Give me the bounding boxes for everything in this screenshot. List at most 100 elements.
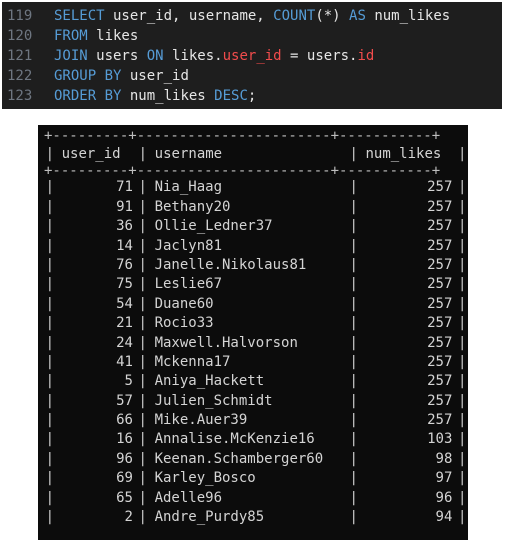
sql-keyword: GROUP BY: [54, 68, 122, 84]
cell-username: Rocio33: [154, 315, 214, 332]
sql-keyword: FROM: [54, 28, 88, 44]
cell-num-likes: 96: [435, 489, 453, 506]
column-separator: |: [138, 315, 147, 332]
table-row: | 36 | Ollie_Ledner37 | 257 |: [44, 217, 468, 236]
sql-keyword: AS: [349, 8, 366, 24]
cell-user-id: 91: [116, 198, 133, 215]
code-text: SELECT user_id, username, COUNT(*) AS nu…: [54, 6, 450, 26]
table-row: | 75 | Leslie67 | 257 |: [44, 275, 468, 294]
cell-user-id: 24: [116, 334, 133, 351]
code-line[interactable]: 121 JOIN users ON likes.user_id = users.i…: [2, 46, 502, 66]
column-separator: |: [349, 353, 358, 370]
sql-code-editor[interactable]: 119 SELECT user_id, username, COUNT(*) AS…: [2, 2, 502, 109]
line-number: 119: [7, 8, 33, 24]
column-separator: |: [349, 256, 358, 273]
sql-column: user_id: [222, 48, 282, 64]
cell-user-id: 57: [116, 392, 133, 409]
cell-num-likes: 98: [435, 450, 453, 467]
cell-username: Adelle96: [154, 489, 223, 506]
table-row: | 5 | Aniya_Hackett | 257 |: [44, 372, 468, 391]
column-separator: |: [457, 218, 467, 235]
code-text: GROUP BY user_id: [54, 66, 189, 86]
column-separator: |: [457, 431, 467, 448]
column-separator: |: [457, 276, 467, 293]
column-separator: |: [457, 373, 467, 390]
code-lines: 119 SELECT user_id, username, COUNT(*) AS…: [2, 6, 502, 106]
cell-num-likes: 103: [427, 431, 453, 448]
column-separator: |: [138, 179, 147, 196]
column-separator: |: [45, 256, 55, 273]
table-row: | 21 | Rocio33 | 257 |: [44, 314, 468, 333]
cell-user-id: 2: [124, 509, 133, 526]
column-separator: |: [45, 470, 55, 487]
column-separator: |: [457, 470, 467, 487]
column-separator: |: [457, 412, 467, 429]
table-row: | 24 | Maxwell.Halvorson | 257 |: [44, 334, 468, 353]
cell-username: Duane60: [154, 295, 214, 312]
sql-token: num_likes: [121, 88, 215, 104]
column-separator: |: [457, 509, 467, 526]
column-separator: |: [457, 146, 467, 162]
code-text: JOIN users ON likes.user_id = users.id: [54, 46, 374, 66]
cell-user-id: 65: [116, 489, 133, 506]
column-separator: |: [349, 412, 358, 429]
column-separator: |: [349, 470, 358, 487]
cell-num-likes: 257: [427, 256, 453, 273]
code-text: ORDER BY num_likes DESC;: [54, 86, 256, 106]
column-separator: |: [138, 198, 147, 215]
column-separator: |: [349, 373, 358, 390]
column-separator: |: [138, 218, 147, 235]
line-number: 122: [7, 68, 33, 84]
column-separator: |: [349, 218, 358, 235]
column-separator: |: [138, 353, 147, 370]
sql-token: users: [87, 48, 147, 64]
cell-user-id: 96: [116, 450, 133, 467]
column-separator: |: [45, 146, 55, 162]
code-line[interactable]: 119 SELECT user_id, username, COUNT(*) AS…: [2, 6, 502, 26]
column-separator: |: [457, 392, 467, 409]
sql-token: num_likes: [365, 8, 451, 24]
cell-username: Mike.Auer39: [154, 412, 248, 429]
code-line[interactable]: 123 ORDER BY num_likes DESC;: [2, 86, 502, 106]
sql-keyword: ON: [146, 48, 164, 64]
code-text: FROM likes: [54, 26, 138, 46]
code-line[interactable]: 122 GROUP BY user_id: [2, 66, 502, 86]
table-header-row: | user_id | username | num_likes |: [44, 145, 468, 164]
cell-username: Mckenna17: [154, 353, 231, 370]
column-separator: |: [138, 256, 147, 273]
cell-num-likes: 257: [427, 334, 453, 351]
column-separator: |: [349, 237, 358, 254]
table-row: | 57 | Julien_Schmidt | 257 |: [44, 392, 468, 411]
column-separator: |: [45, 295, 55, 312]
column-separator: |: [138, 392, 147, 409]
column-separator: |: [349, 334, 358, 351]
cell-num-likes: 257: [427, 315, 453, 332]
column-separator: |: [138, 450, 147, 467]
column-separator: |: [45, 431, 55, 448]
column-separator: |: [138, 295, 147, 312]
column-separator: |: [349, 489, 358, 506]
column-separator: |: [457, 237, 467, 254]
sql-token: user_id, username,: [104, 8, 274, 24]
cell-username: Leslie67: [154, 276, 223, 293]
code-line[interactable]: 120 FROM likes: [2, 26, 502, 46]
cell-username: Julien_Schmidt: [154, 392, 273, 409]
table-row: | 2 | Andre_Purdy85 | 94 |: [44, 508, 468, 527]
sql-function: COUNT: [273, 8, 316, 24]
table-row: | 91 | Bethany20 | 257 |: [44, 198, 468, 217]
header-user-id: user_id: [61, 146, 121, 162]
cell-username: Keenan.Schamberger60: [154, 450, 324, 467]
cell-username: Ollie_Ledner37: [154, 218, 273, 235]
column-separator: |: [349, 392, 358, 409]
sql-token: likes.: [163, 48, 223, 64]
column-separator: |: [45, 392, 55, 409]
sql-column: id: [357, 48, 375, 64]
column-separator: |: [138, 334, 147, 351]
sql-keyword: JOIN: [54, 48, 88, 64]
column-separator: |: [45, 218, 55, 235]
cell-num-likes: 257: [427, 179, 453, 196]
table-top-border: +---------+-----------------------+-----…: [44, 129, 441, 143]
column-separator: |: [457, 489, 467, 506]
column-separator: |: [457, 450, 467, 467]
table-row: | 71 | Nia_Haag | 257 |: [44, 178, 468, 197]
